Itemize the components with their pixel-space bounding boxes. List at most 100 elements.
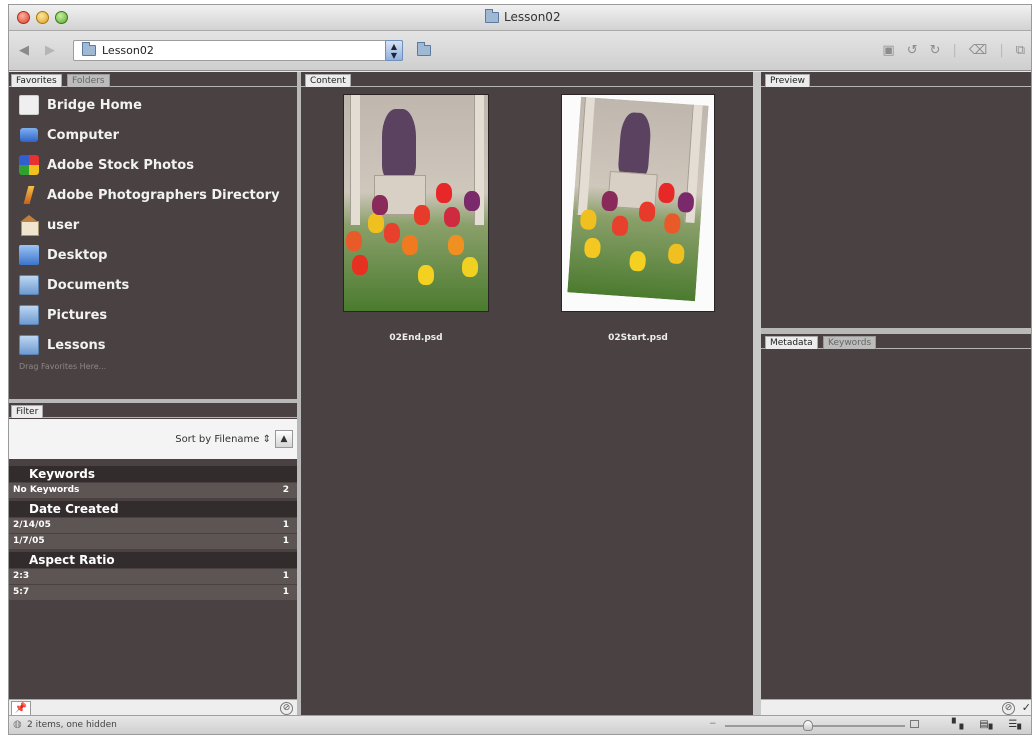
minimize-window-button[interactable] (36, 11, 49, 24)
path-dropdown[interactable]: Lesson02 ▲ ▼ (73, 40, 403, 61)
folder-icon (82, 42, 96, 56)
sort-direction-button[interactable]: ▲ (275, 430, 293, 448)
status-bar: ◍ 2 items, one hidden − ▘▖ ▤▖ ☰▖ (9, 715, 1031, 734)
clear-filter-icon[interactable]: ⊘ (280, 702, 293, 715)
content-tabstrip: Content (301, 72, 753, 87)
filter-row-count: 1 (282, 536, 289, 546)
tulip-shape (583, 237, 602, 259)
zoom-window-button[interactable] (55, 11, 68, 24)
filter-row-label: 2:3 (13, 571, 30, 581)
favorite-item-photographers-directory[interactable]: Adobe Photographers Directory (19, 180, 280, 210)
view-filmstrip-icon[interactable]: ▤▖ (979, 719, 996, 730)
status-info-icon[interactable]: ◍ (13, 719, 22, 730)
delete-icon[interactable]: ⌫ (969, 43, 987, 58)
tulip-shape (464, 191, 480, 211)
filter-row-count: 2 (282, 485, 289, 495)
metadata-tabstrip: Metadata Keywords (761, 334, 1031, 349)
tab-favorites[interactable]: Favorites (11, 74, 62, 87)
keep-filter-pin-icon[interactable]: 📌 (11, 701, 31, 716)
preview-panel: Preview (761, 72, 1031, 328)
tab-content[interactable]: Content (305, 74, 351, 87)
thumbnail-filename: 02Start.psd (608, 333, 668, 343)
tab-keywords[interactable]: Keywords (823, 336, 877, 349)
favorite-item-bridge-home[interactable]: Bridge Home (19, 90, 280, 120)
statue-shape (617, 111, 652, 178)
tab-folders[interactable]: Folders (67, 74, 110, 87)
new-folder-icon[interactable]: ▣ (882, 43, 894, 58)
go-up-folder-icon[interactable] (417, 42, 431, 56)
path-value: Lesson02 (102, 44, 154, 57)
statue-shape (382, 109, 416, 179)
right-column-splitter[interactable] (753, 72, 761, 717)
forward-arrow-icon[interactable]: ▶ (45, 43, 55, 58)
bridge-window: Lesson02 ◀ ▶ Lesson02 ▲ ▼ ▣ ↺ ↻ | ⌫ | ⧉ F… (8, 4, 1032, 735)
favorite-item-desktop[interactable]: Desktop (19, 240, 280, 270)
view-thumbnails-icon[interactable]: ▘▖ (952, 719, 967, 730)
tulip-shape (352, 255, 368, 275)
favorite-item-adobe-stock-photos[interactable]: Adobe Stock Photos (19, 150, 280, 180)
favorite-label: user (47, 217, 80, 233)
favorite-item-computer[interactable]: Computer (19, 120, 280, 150)
folder-icon (19, 305, 39, 325)
home-icon (19, 215, 39, 236)
filter-row[interactable]: 2:3 1 (9, 569, 297, 584)
thumbnail-02start[interactable] (561, 94, 715, 312)
tulip-shape (368, 213, 384, 233)
favorite-label: Pictures (47, 307, 108, 323)
filter-row[interactable]: 1/7/05 1 (9, 534, 297, 549)
favorite-item-pictures[interactable]: Pictures (19, 300, 280, 330)
pillar-shape (350, 95, 360, 225)
sort-row: Sort by Filename ⇕ ▲ (9, 419, 297, 459)
thumbnail-size-slider[interactable] (725, 725, 905, 727)
favorites-tabstrip: Favorites Folders (9, 72, 297, 87)
drag-favorites-hint: Drag Favorites Here... (19, 362, 107, 371)
back-arrow-icon[interactable]: ◀ (19, 43, 29, 58)
tab-filter[interactable]: Filter (11, 405, 44, 418)
thumbnail-02end[interactable] (343, 94, 489, 312)
desktop-icon (19, 245, 39, 265)
folder-icon (19, 335, 39, 355)
tulip-shape (677, 191, 695, 213)
tulip-shape (638, 201, 656, 223)
filter-tabstrip: Filter (9, 403, 297, 418)
tulip-shape (667, 243, 685, 265)
favorite-label: Desktop (47, 247, 108, 263)
close-window-button[interactable] (17, 11, 30, 24)
favorite-item-lessons[interactable]: Lessons (19, 330, 280, 360)
tab-preview[interactable]: Preview (765, 74, 811, 87)
status-text: 2 items, one hidden (27, 720, 117, 730)
filter-group-heading: Date Created (9, 501, 297, 517)
folder-icon (485, 8, 499, 23)
favorite-item-documents[interactable]: Documents (19, 270, 280, 300)
favorites-list: Bridge Home Computer Adobe Stock Photos … (19, 90, 280, 371)
tab-metadata[interactable]: Metadata (765, 336, 818, 349)
sort-by-dropdown[interactable]: Sort by Filename ⇕ (175, 434, 271, 445)
cancel-metadata-icon[interactable]: ⊘ (1002, 702, 1015, 715)
favorite-item-user[interactable]: user (19, 210, 280, 240)
view-details-icon[interactable]: ☰▖ (1008, 719, 1025, 730)
tulip-shape (663, 212, 682, 234)
tulip-shape (611, 215, 629, 237)
apply-checkmark-icon[interactable]: ✓ (1022, 701, 1031, 714)
filter-panel: Filter Sort by Filename ⇕ ▲ Keywords No … (9, 403, 297, 717)
filter-row[interactable]: No Keywords 2 (9, 483, 297, 498)
rotate-left-icon[interactable]: ↺ (907, 43, 918, 58)
zoom-out-icon[interactable]: − (709, 719, 717, 729)
tulip-shape (444, 207, 460, 227)
dropdown-arrows-icon[interactable]: ▲ ▼ (385, 40, 403, 61)
filter-row[interactable]: 2/14/05 1 (9, 518, 297, 533)
slider-knob[interactable] (803, 720, 813, 731)
compact-mode-icon[interactable]: ⧉ (1016, 43, 1025, 58)
thumbnail-image (567, 96, 709, 302)
content-panel: Content 02End.psd 02Start.psd (301, 72, 753, 717)
window-title-group: Lesson02 (485, 8, 561, 24)
filter-row-label: 5:7 (13, 587, 30, 597)
filter-row-count: 1 (282, 520, 289, 530)
tulip-shape (657, 182, 676, 204)
tulip-shape (414, 205, 430, 225)
filter-row[interactable]: 5:7 1 (9, 585, 297, 600)
computer-icon (20, 128, 38, 142)
zoom-in-icon[interactable] (910, 720, 919, 728)
rotate-right-icon[interactable]: ↻ (930, 43, 941, 58)
favorite-label: Bridge Home (47, 97, 142, 113)
